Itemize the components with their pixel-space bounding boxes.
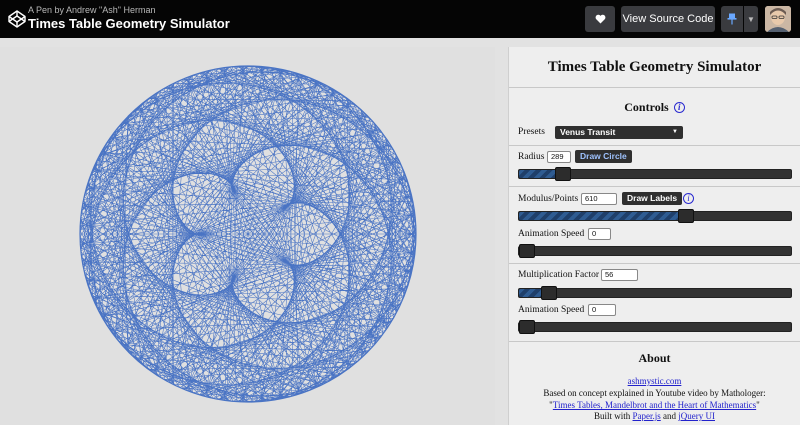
about-video-line: "Times Tables, Mandelbrot and the Heart … (509, 400, 800, 410)
divider (509, 186, 800, 187)
divider (509, 87, 800, 88)
modulus-label: Modulus/Points (518, 194, 579, 204)
chord-lines (79, 65, 417, 403)
about-heading: About (638, 351, 671, 365)
modulus-slider-fill (519, 212, 687, 220)
modulus-animation-handle[interactable] (519, 244, 535, 258)
pin-button[interactable] (721, 6, 743, 32)
multiplication-slider[interactable] (518, 286, 792, 300)
quote-close: " (756, 400, 760, 410)
info-icon[interactable]: i (683, 193, 694, 204)
presets-label: Presets (518, 127, 545, 137)
divider (509, 341, 800, 342)
multiplication-animation-handle[interactable] (519, 320, 535, 334)
divider (509, 263, 800, 264)
codepen-logo-icon[interactable] (7, 9, 27, 29)
multiplication-input[interactable]: 56 (601, 269, 638, 281)
pen-title: Times Table Geometry Simulator (28, 16, 230, 31)
radius-label: Radius (518, 152, 545, 162)
presets-select[interactable]: Venus Transit ▼ (555, 126, 683, 139)
times-table-figure (79, 65, 417, 403)
heart-icon (595, 14, 605, 24)
multiplication-slider-handle[interactable] (541, 286, 558, 300)
radius-slider[interactable] (518, 167, 792, 181)
multiplication-animation-label: Animation Speed (518, 305, 585, 315)
radius-input[interactable]: 289 (547, 151, 571, 163)
divider (509, 145, 800, 146)
modulus-animation-slider[interactable] (518, 244, 792, 258)
chevron-down-icon: ▼ (672, 129, 678, 135)
user-avatar[interactable] (765, 6, 791, 32)
about-site-line: ashmystic.com (509, 376, 800, 386)
avatar-image (765, 6, 791, 32)
about-built-line: Built with Paper.js and jQuery UI (509, 411, 800, 421)
ashmystic-link[interactable]: ashmystic.com (628, 376, 682, 386)
paperjs-link[interactable]: Paper.js (633, 411, 661, 421)
codepen-header: A Pen by Andrew "Ash" Herman Times Table… (0, 0, 800, 38)
built-and: and (660, 411, 679, 421)
modulus-slider-handle[interactable] (678, 209, 695, 223)
modulus-animation-input[interactable]: 0 (588, 228, 611, 240)
modulus-input[interactable]: 610 (581, 193, 617, 205)
multiplication-animation-slider[interactable] (518, 320, 792, 334)
controls-heading: Controls i (509, 100, 800, 115)
controls-title-text: Controls (624, 100, 669, 114)
multiplication-animation-input[interactable]: 0 (588, 304, 616, 316)
radius-slider-handle[interactable] (554, 167, 571, 181)
pin-dropdown-button[interactable]: ▼ (744, 6, 758, 32)
presets-selected-value: Venus Transit (560, 127, 616, 137)
simulation-canvas[interactable] (0, 47, 495, 425)
pin-icon (727, 13, 737, 25)
jquery-ui-link[interactable]: jQuery UI (678, 411, 715, 421)
built-prefix: Built with (593, 411, 633, 421)
about-concept-line: Based on concept explained in Youtube vi… (543, 388, 766, 398)
control-panel: Times Table Geometry Simulator Controls … (508, 47, 800, 425)
draw-circle-button[interactable]: Draw Circle (575, 150, 632, 163)
draw-labels-button[interactable]: Draw Labels (622, 192, 683, 205)
view-source-button[interactable]: View Source Code (621, 6, 715, 32)
like-button[interactable] (585, 6, 615, 32)
pen-byline[interactable]: A Pen by Andrew "Ash" Herman (28, 5, 155, 15)
info-icon[interactable]: i (673, 102, 685, 113)
chevron-down-icon: ▼ (747, 14, 755, 24)
multiplication-label: Multiplication Factor (518, 270, 600, 280)
modulus-animation-label: Animation Speed (518, 229, 585, 239)
modulus-slider[interactable] (518, 209, 792, 223)
video-link[interactable]: Times Tables, Mandelbrot and the Heart o… (553, 400, 756, 410)
panel-title: Times Table Geometry Simulator (547, 59, 762, 75)
